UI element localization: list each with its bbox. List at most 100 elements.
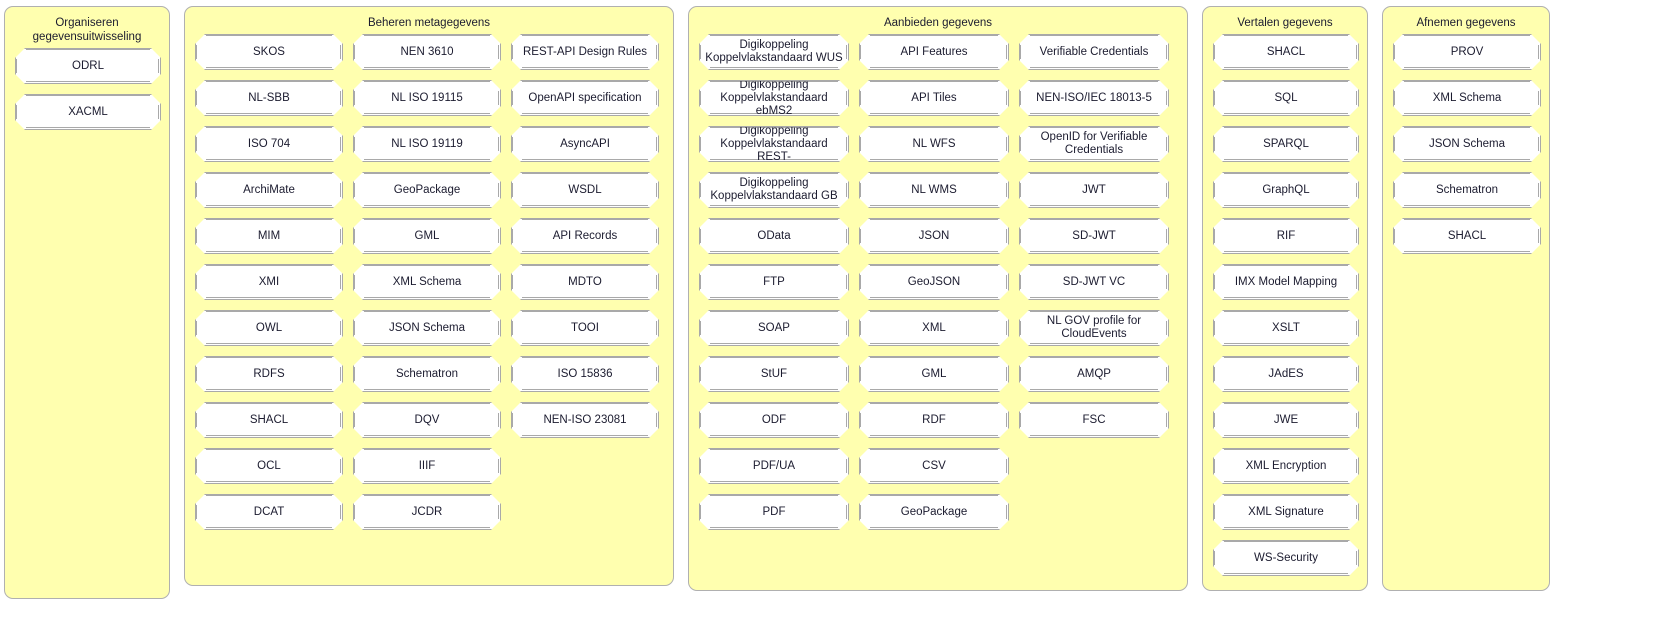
standard-node[interactable]: SD-JWT VC bbox=[1019, 264, 1169, 300]
standard-node-label: Digikoppeling Koppelvlakstandaard REST- bbox=[720, 126, 828, 162]
standard-node[interactable]: JSON bbox=[859, 218, 1009, 254]
standard-node[interactable]: SKOS bbox=[195, 34, 343, 70]
standard-node[interactable]: ArchiMate bbox=[195, 172, 343, 208]
standard-node[interactable]: Verifiable Credentials bbox=[1019, 34, 1169, 70]
standard-node-label: NL WFS bbox=[912, 137, 956, 150]
standard-node[interactable]: StUF bbox=[699, 356, 849, 392]
standard-node[interactable]: ODRL bbox=[15, 48, 161, 84]
standard-node[interactable]: JSON Schema bbox=[353, 310, 501, 346]
standard-node[interactable]: Digikoppeling Koppelvlakstandaard WUS bbox=[699, 34, 849, 70]
standard-node[interactable]: OWL bbox=[195, 310, 343, 346]
standard-node[interactable]: TOOI bbox=[511, 310, 659, 346]
standard-node-label: MIM bbox=[257, 229, 281, 242]
standard-node-label: Digikoppeling Koppelvlakstandaard GB bbox=[710, 177, 838, 202]
standard-node[interactable]: NEN-ISO/IEC 18013-5 bbox=[1019, 80, 1169, 116]
standard-node[interactable]: DQV bbox=[353, 402, 501, 438]
standard-node[interactable]: PROV bbox=[1393, 34, 1541, 70]
standard-node[interactable]: WS-Security bbox=[1213, 540, 1359, 576]
standard-node[interactable]: GeoJSON bbox=[859, 264, 1009, 300]
standard-node[interactable]: NL ISO 19115 bbox=[353, 80, 501, 116]
standard-node[interactable]: Digikoppeling Koppelvlakstandaard ebMS2 bbox=[699, 80, 849, 116]
standard-node-label: NL ISO 19115 bbox=[391, 91, 463, 104]
standard-node[interactable]: SHACL bbox=[1213, 34, 1359, 70]
standard-node[interactable]: XML Schema bbox=[1393, 80, 1541, 116]
standard-node-label: GeoPackage bbox=[900, 505, 968, 518]
standard-node-label: API Records bbox=[552, 229, 618, 242]
standard-node[interactable]: ISO 704 bbox=[195, 126, 343, 162]
standard-node[interactable]: NEN 3610 bbox=[353, 34, 501, 70]
standard-node[interactable]: XACML bbox=[15, 94, 161, 130]
standard-node[interactable]: NL GOV profile for CloudEvents bbox=[1019, 310, 1169, 346]
standard-node[interactable]: SPARQL bbox=[1213, 126, 1359, 162]
standard-node[interactable]: XML Schema bbox=[353, 264, 501, 300]
standard-node[interactable]: DCAT bbox=[195, 494, 343, 530]
standard-node[interactable]: RDFS bbox=[195, 356, 343, 392]
standard-node[interactable]: GML bbox=[859, 356, 1009, 392]
standard-node-label: XML bbox=[922, 321, 946, 334]
standard-node[interactable]: ISO 15836 bbox=[511, 356, 659, 392]
standard-node[interactable]: OpenID for Verifiable Credentials bbox=[1019, 126, 1169, 162]
standard-node[interactable]: REST-API Design Rules bbox=[511, 34, 659, 70]
standard-node[interactable]: Digikoppeling Koppelvlakstandaard GB bbox=[699, 172, 849, 208]
standard-node[interactable]: OCL bbox=[195, 448, 343, 484]
standard-node[interactable]: FTP bbox=[699, 264, 849, 300]
standard-node[interactable]: Digikoppeling Koppelvlakstandaard REST- bbox=[699, 126, 849, 162]
standard-node[interactable]: SQL bbox=[1213, 80, 1359, 116]
standard-node[interactable]: MIM bbox=[195, 218, 343, 254]
standard-node[interactable]: JCDR bbox=[353, 494, 501, 530]
standard-node[interactable]: Schematron bbox=[1393, 172, 1541, 208]
standard-node-label: FSC bbox=[1082, 413, 1106, 426]
standard-node[interactable]: NL-SBB bbox=[195, 80, 343, 116]
standard-node[interactable]: NL WFS bbox=[859, 126, 1009, 162]
standard-node[interactable]: API Tiles bbox=[859, 80, 1009, 116]
standard-node[interactable]: CSV bbox=[859, 448, 1009, 484]
standard-node[interactable]: XSLT bbox=[1213, 310, 1359, 346]
standard-node[interactable]: GeoPackage bbox=[859, 494, 1009, 530]
standard-node[interactable]: RIF bbox=[1213, 218, 1359, 254]
standard-node[interactable]: JWT bbox=[1019, 172, 1169, 208]
standard-node[interactable]: XML Encryption bbox=[1213, 448, 1359, 484]
standard-node[interactable]: RDF bbox=[859, 402, 1009, 438]
standard-node[interactable]: FSC bbox=[1019, 402, 1169, 438]
standard-node[interactable]: PDF/UA bbox=[699, 448, 849, 484]
standard-node-label: NL GOV profile for CloudEvents bbox=[1046, 315, 1142, 340]
standard-node[interactable]: SOAP bbox=[699, 310, 849, 346]
standard-node[interactable]: ODF bbox=[699, 402, 849, 438]
standard-node-label: OCL bbox=[257, 459, 281, 472]
standard-node[interactable]: NL ISO 19119 bbox=[353, 126, 501, 162]
standard-node[interactable]: GML bbox=[353, 218, 501, 254]
standard-node[interactable]: GeoPackage bbox=[353, 172, 501, 208]
standard-node[interactable]: XML Signature bbox=[1213, 494, 1359, 530]
standard-node[interactable]: SHACL bbox=[195, 402, 343, 438]
standard-node[interactable]: Schematron bbox=[353, 356, 501, 392]
standard-node[interactable]: GraphQL bbox=[1213, 172, 1359, 208]
standard-node[interactable]: OpenAPI specification bbox=[511, 80, 659, 116]
standard-node[interactable]: SD-JWT bbox=[1019, 218, 1169, 254]
standard-node[interactable]: AMQP bbox=[1019, 356, 1169, 392]
standard-node[interactable]: XMI bbox=[195, 264, 343, 300]
standard-node-label: ODF bbox=[761, 413, 787, 426]
standard-node[interactable]: NEN-ISO 23081 bbox=[511, 402, 659, 438]
standard-node[interactable]: WSDL bbox=[511, 172, 659, 208]
standard-node[interactable]: AsyncAPI bbox=[511, 126, 659, 162]
standard-node[interactable]: XML bbox=[859, 310, 1009, 346]
standard-node[interactable]: API Records bbox=[511, 218, 659, 254]
standard-node[interactable]: NL WMS bbox=[859, 172, 1009, 208]
standard-node-label: JSON bbox=[918, 229, 950, 242]
standard-node[interactable]: IMX Model Mapping bbox=[1213, 264, 1359, 300]
standard-node-label: JWT bbox=[1082, 183, 1106, 196]
standard-node[interactable]: OData bbox=[699, 218, 849, 254]
standard-node[interactable]: API Features bbox=[859, 34, 1009, 70]
standard-node[interactable]: JSON Schema bbox=[1393, 126, 1541, 162]
panel-body-organiseren: ODRL XACML bbox=[5, 48, 169, 140]
panel-aanbieden: Aanbieden gegevens Digikoppeling Koppelvl… bbox=[688, 6, 1188, 591]
subcolumn-beheren-2: NEN 3610 NL ISO 19115 NL ISO 19119 GeoPacka… bbox=[353, 34, 501, 530]
standard-node[interactable]: SHACL bbox=[1393, 218, 1541, 254]
standard-node[interactable]: PDF bbox=[699, 494, 849, 530]
standard-node[interactable]: JWE bbox=[1213, 402, 1359, 438]
standard-node[interactable]: JAdES bbox=[1213, 356, 1359, 392]
standard-node[interactable]: MDTO bbox=[511, 264, 659, 300]
standard-node-label: RDF bbox=[922, 413, 946, 426]
standard-node-label: ODRL bbox=[72, 59, 104, 72]
standard-node[interactable]: IIIF bbox=[353, 448, 501, 484]
